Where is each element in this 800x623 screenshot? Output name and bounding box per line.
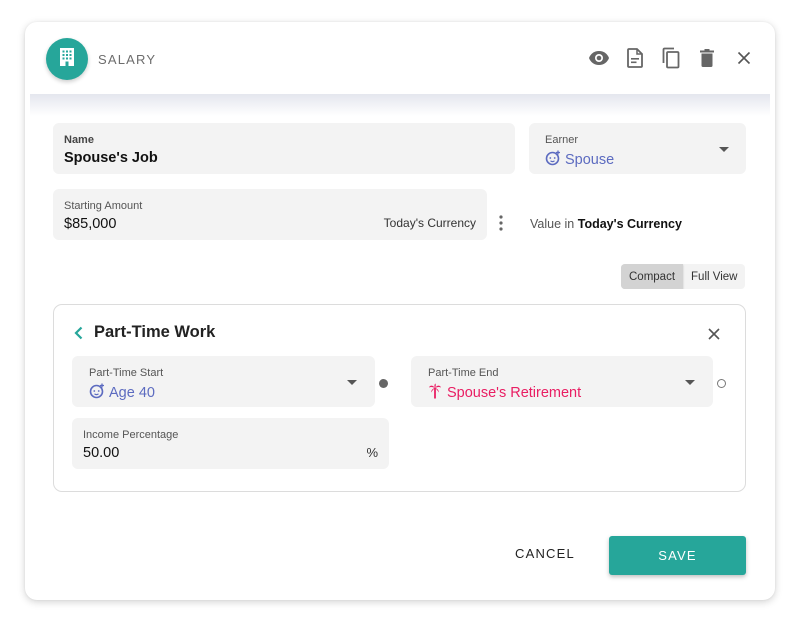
save-button[interactable]: SAVE xyxy=(609,536,746,575)
close-panel-icon[interactable] xyxy=(708,327,720,345)
value-in-prefix: Value in xyxy=(530,217,575,231)
part-time-end-select[interactable]: Part-Time End Spouse's Retirement xyxy=(411,356,713,407)
name-value[interactable]: Spouse's Job xyxy=(64,150,158,166)
back-chevron-icon[interactable] xyxy=(74,326,83,345)
part-time-start-value: Age 40 xyxy=(89,383,155,403)
value-in-currency: Today's Currency xyxy=(577,217,682,231)
cancel-button[interactable]: CANCEL xyxy=(515,546,575,561)
part-time-end-label: Part-Time End xyxy=(428,367,499,379)
earner-value: Spouse xyxy=(545,150,614,170)
part-time-end-text: Spouse's Retirement xyxy=(447,385,582,401)
part-time-end-value: Spouse's Retirement xyxy=(428,383,581,403)
child-face-icon xyxy=(545,150,561,170)
chevron-down-icon xyxy=(719,147,729,152)
copy-icon[interactable] xyxy=(659,46,683,70)
start-marker-dot[interactable] xyxy=(379,379,388,388)
toggle-compact[interactable]: Compact xyxy=(621,264,684,289)
percent-suffix: % xyxy=(366,445,378,460)
view-toggle: Compact Full View xyxy=(621,264,746,289)
starting-amount-field[interactable]: Starting Amount $85,000 Today's Currency xyxy=(53,189,487,240)
starting-amount-value[interactable]: $85,000 xyxy=(64,216,116,232)
palm-tree-icon xyxy=(428,383,442,403)
toggle-full-view[interactable]: Full View xyxy=(683,264,745,289)
building-icon xyxy=(59,47,75,71)
currency-suffix: Today's Currency xyxy=(383,216,476,230)
starting-amount-label: Starting Amount xyxy=(64,200,143,212)
earner-select[interactable]: Earner Spouse xyxy=(529,123,746,174)
document-icon[interactable] xyxy=(623,46,647,70)
dialog-title: SALARY xyxy=(98,52,157,67)
income-percentage-field[interactable]: Income Percentage 50.00 % xyxy=(72,418,389,469)
delete-icon[interactable] xyxy=(695,46,719,70)
name-label: Name xyxy=(64,134,94,146)
name-field[interactable]: Name Spouse's Job xyxy=(53,123,515,174)
header-divider xyxy=(30,94,770,116)
more-options-icon[interactable] xyxy=(499,215,503,236)
part-time-start-select[interactable]: Part-Time Start Age 40 xyxy=(72,356,375,407)
child-face-icon xyxy=(89,383,105,403)
earner-value-text: Spouse xyxy=(565,152,615,168)
earner-label: Earner xyxy=(545,134,579,146)
eye-icon[interactable] xyxy=(587,46,611,70)
end-marker-dot[interactable] xyxy=(717,379,726,388)
part-time-title: Part-Time Work xyxy=(94,323,216,341)
part-time-start-text: Age 40 xyxy=(109,385,155,401)
part-time-panel: Part-Time Work Part-Time Start Age 40 Pa… xyxy=(53,304,746,492)
chevron-down-icon xyxy=(685,380,695,385)
dialog-header: SALARY xyxy=(25,22,775,94)
part-time-start-label: Part-Time Start xyxy=(89,367,164,379)
salary-dialog: SALARY Name Spouse's Job Earner Spouse S… xyxy=(25,22,775,600)
income-percentage-value[interactable]: 50.00 xyxy=(83,445,119,461)
salary-avatar xyxy=(46,38,88,80)
close-icon[interactable] xyxy=(732,46,756,70)
chevron-down-icon xyxy=(347,380,357,385)
income-percentage-label: Income Percentage xyxy=(83,429,179,441)
value-in-note: Value in Today's Currency xyxy=(530,217,682,231)
